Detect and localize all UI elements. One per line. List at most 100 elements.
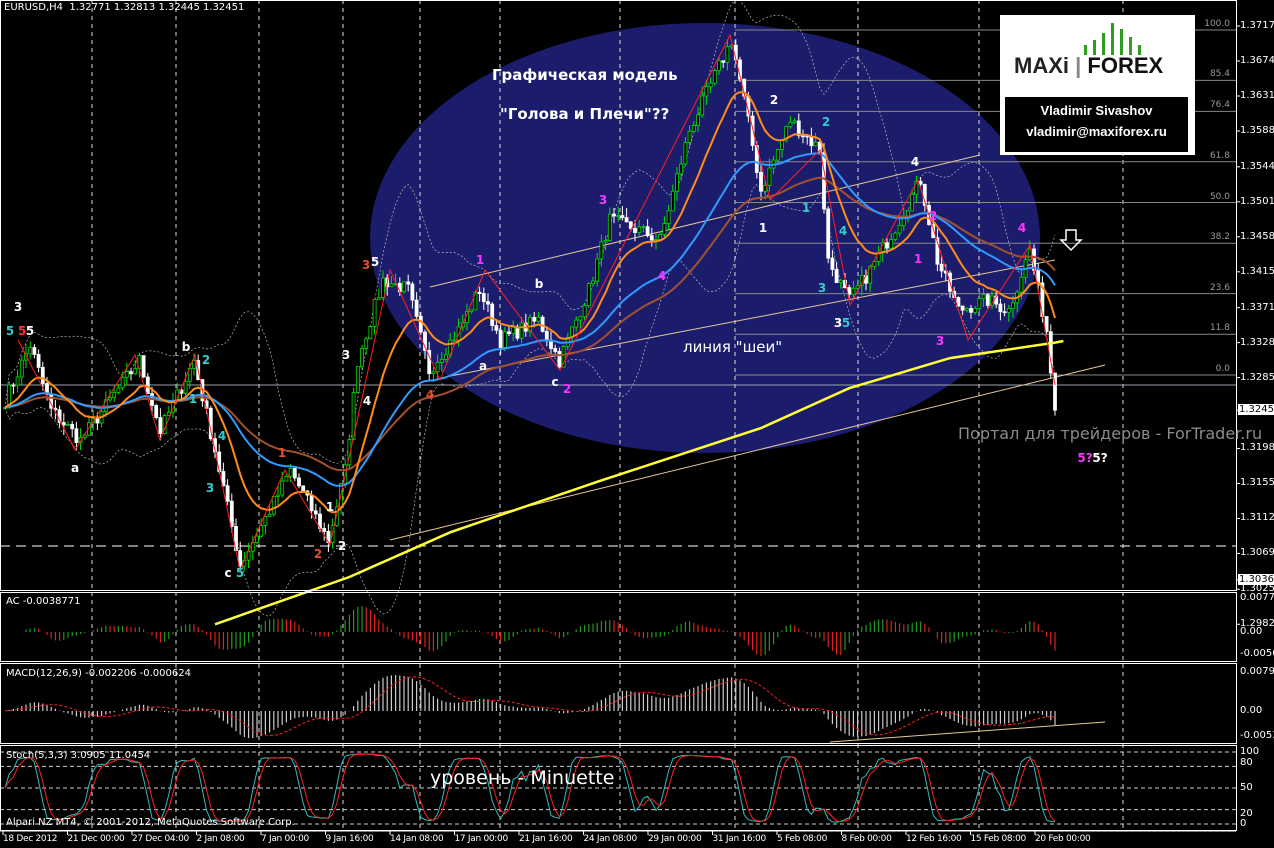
bear-candle: [301, 485, 306, 492]
bear-candle: [507, 331, 511, 335]
bull-candle: [977, 298, 982, 309]
bear-candle: [309, 494, 314, 512]
bear-candle: [322, 528, 327, 532]
bull-candle: [519, 322, 524, 339]
bull-candle: [696, 114, 700, 126]
macd-axis-zero: 0.00: [1240, 705, 1263, 716]
bear-candle: [801, 135, 805, 138]
bear-candle: [544, 331, 549, 341]
bear-candle: [532, 317, 537, 322]
bear-candle: [960, 305, 965, 311]
wave-label: 3: [935, 334, 945, 348]
wave-label: a: [70, 461, 80, 475]
minuette-label: уровень - Minuette: [430, 767, 615, 789]
wave-label: 4: [657, 269, 667, 283]
stoch-axis-50: 50: [1240, 782, 1253, 793]
wave-label: 3: [13, 300, 23, 314]
bear-candle: [809, 136, 814, 147]
bear-candle: [1036, 269, 1041, 284]
bear-candle: [313, 510, 318, 515]
ac-label: AC -0.0038771: [6, 596, 81, 607]
time-axis-label: 8 Feb 00:00: [841, 834, 892, 844]
bull-candle: [1006, 308, 1011, 313]
bull-candle: [284, 476, 289, 482]
logo-brand-left: MAXi: [1014, 53, 1069, 78]
bull-candle: [700, 95, 705, 116]
bear-candle: [515, 326, 520, 339]
price-axis-label: 1.31980: [1240, 442, 1274, 454]
bear-candle: [70, 423, 75, 430]
price-axis-label: 1.33710: [1240, 301, 1274, 313]
fib-level-label: 61.8: [1209, 150, 1230, 161]
copyright-text: Alpari NZ MT4, © 2001-2012, MetaQuotes S…: [6, 817, 295, 828]
bull-candle: [435, 362, 440, 373]
bull-candle: [376, 297, 381, 300]
wave-label: 4: [362, 394, 372, 408]
fib-level-label: 76.4: [1209, 100, 1230, 111]
bull-candle: [469, 309, 474, 312]
bear-candle: [292, 468, 297, 479]
wave-label: 1: [188, 392, 198, 406]
wave-label: 3: [598, 193, 608, 207]
bear-candle: [477, 291, 482, 295]
maxiforex-logo: MAXi | FOREX Vladimir Sivashov vladimir@…: [1000, 15, 1195, 155]
author-box: Vladimir Sivashov vladimir@maxiforex.ru: [1005, 97, 1188, 152]
bull-candle: [893, 232, 898, 240]
bull-candle: [133, 368, 138, 375]
bull-candle: [444, 354, 448, 360]
wave-label: 1: [277, 446, 287, 460]
time-axis-label: 24 Jan 08:00: [583, 834, 638, 844]
bear-candle: [129, 371, 133, 375]
bear-candle: [418, 315, 423, 333]
bear-candle: [32, 347, 37, 355]
time-axis-label: 14 Jan 08:00: [390, 834, 444, 844]
bull-candle: [641, 226, 646, 229]
bull-candle: [389, 283, 394, 288]
bull-candle: [116, 387, 121, 394]
bull-candle: [712, 70, 717, 84]
wave-label: 4: [838, 224, 848, 238]
bull-candle: [591, 280, 595, 284]
bull-candle: [595, 258, 600, 282]
bear-candle: [633, 228, 637, 233]
bull-candle: [368, 326, 373, 340]
bear-candle: [498, 329, 503, 348]
stoch-axis-100: 100: [1240, 746, 1260, 757]
bear-candle: [830, 257, 835, 270]
bull-candle: [280, 480, 285, 496]
bull-candle: [183, 380, 188, 394]
wave-label: 2: [337, 539, 347, 553]
bull-candle: [725, 46, 730, 63]
bull-candle: [574, 319, 579, 328]
bear-candle: [414, 299, 419, 317]
bull-candle: [675, 173, 679, 192]
time-axis-label: 31 Jan 16:00: [712, 834, 767, 844]
wave-label: 5: [235, 566, 245, 580]
bull-candle: [855, 285, 860, 289]
wave-label: 1: [325, 500, 335, 514]
wave-label: 4: [1017, 221, 1027, 235]
bear-candle: [721, 60, 726, 63]
author-email[interactable]: vladimir@maxiforex.ru: [1005, 124, 1188, 139]
bear-candle: [36, 354, 41, 368]
wave-label: 1: [913, 252, 923, 266]
bull-candle: [780, 139, 784, 150]
bear-candle: [494, 325, 499, 331]
bull-candle: [767, 167, 772, 186]
wave-label: 2: [201, 353, 211, 367]
bull-candle: [267, 513, 272, 517]
wave-label: 5: [841, 316, 851, 330]
price-axis-label: 1.37170: [1240, 20, 1274, 31]
bull-candle: [511, 326, 516, 335]
bull-candle: [792, 120, 797, 123]
bear-candle: [649, 235, 654, 241]
bear-candle: [158, 417, 163, 434]
bull-candle: [658, 233, 663, 240]
bull-candle: [372, 299, 377, 327]
wave-label: a: [478, 359, 488, 373]
indicator-panels: [0, 606, 1236, 825]
wave-label: 1: [758, 221, 768, 235]
bull-candle: [964, 308, 969, 311]
bull-candle: [431, 371, 436, 374]
time-axis-label: 29 Jan 00:00: [648, 834, 702, 844]
